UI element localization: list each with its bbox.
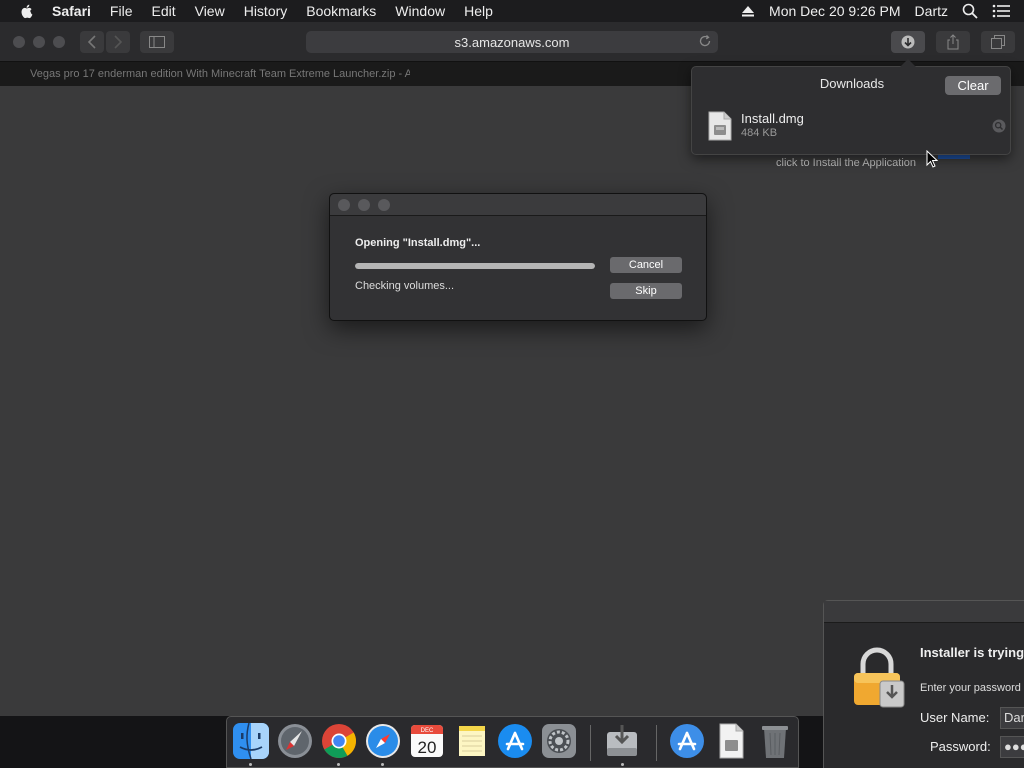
chevron-right-icon bbox=[114, 35, 123, 49]
menubar-clock[interactable]: Mon Dec 20 9:26 PM bbox=[769, 3, 901, 19]
dialog-close-button[interactable] bbox=[338, 199, 350, 211]
finder-icon[interactable] bbox=[232, 722, 270, 760]
system-preferences-icon[interactable] bbox=[540, 722, 578, 760]
password-label: Password: bbox=[930, 739, 991, 754]
installer-auth-dialog: Installer is trying Enter your password … bbox=[823, 600, 1024, 768]
menu-edit[interactable]: Edit bbox=[151, 3, 175, 19]
share-button[interactable] bbox=[936, 31, 970, 53]
forward-button[interactable] bbox=[106, 31, 130, 53]
sidebar-icon bbox=[149, 36, 165, 48]
address-text: s3.amazonaws.com bbox=[454, 34, 570, 50]
lock-icon bbox=[854, 647, 905, 708]
menu-history[interactable]: History bbox=[244, 3, 288, 19]
page-install-hint: click to Install the Application bbox=[776, 157, 917, 169]
calendar-day: 20 bbox=[418, 738, 437, 757]
dock-separator-2 bbox=[656, 725, 657, 761]
menu-help[interactable]: Help bbox=[464, 3, 493, 19]
eject-icon[interactable] bbox=[741, 4, 755, 18]
app-store-icon[interactable] bbox=[496, 722, 534, 760]
chevron-left-icon bbox=[87, 35, 96, 49]
username-field[interactable]: Dar bbox=[1000, 707, 1024, 729]
reload-icon[interactable] bbox=[698, 34, 712, 48]
safari-running-dot bbox=[381, 763, 384, 766]
popover-arrow bbox=[900, 59, 916, 67]
skip-button[interactable]: Skip bbox=[610, 283, 682, 299]
dock-separator bbox=[590, 725, 591, 761]
mouse-pointer-icon bbox=[926, 150, 938, 168]
apple-menu-icon[interactable] bbox=[18, 2, 36, 20]
notification-center-icon[interactable] bbox=[992, 4, 1010, 18]
browser-toolbar: s3.amazonaws.com bbox=[0, 22, 1024, 62]
window-minimize-button[interactable] bbox=[33, 36, 45, 48]
dialog-minimize-button[interactable] bbox=[358, 199, 370, 211]
tabs-icon bbox=[991, 35, 1005, 49]
notes-icon[interactable] bbox=[452, 722, 490, 760]
address-bar[interactable]: s3.amazonaws.com bbox=[306, 31, 718, 53]
clear-downloads-button[interactable]: Clear bbox=[945, 76, 1001, 95]
back-button[interactable] bbox=[80, 31, 104, 53]
installer-disk-icon[interactable] bbox=[603, 722, 641, 760]
page-install-link-bar[interactable] bbox=[938, 155, 970, 159]
menu-app-name[interactable]: Safari bbox=[52, 3, 91, 19]
reveal-in-finder-icon[interactable] bbox=[992, 119, 1006, 133]
window-zoom-button[interactable] bbox=[53, 36, 65, 48]
trash-icon[interactable] bbox=[756, 722, 794, 760]
sidebar-toggle-button[interactable] bbox=[140, 31, 174, 53]
downloads-button[interactable] bbox=[891, 31, 925, 53]
menu-file[interactable]: File bbox=[110, 3, 133, 19]
document-icon[interactable] bbox=[712, 722, 750, 760]
installer-running-dot bbox=[621, 763, 624, 766]
safari-icon[interactable] bbox=[364, 722, 402, 760]
menu-window[interactable]: Window bbox=[395, 3, 445, 19]
download-filename: Install.dmg bbox=[741, 111, 804, 126]
menu-bar: Safari File Edit View History Bookmarks … bbox=[0, 0, 1024, 22]
share-icon bbox=[947, 34, 959, 50]
dialog-zoom-button[interactable] bbox=[378, 199, 390, 211]
installer-heading: Installer is trying bbox=[920, 645, 1024, 660]
opening-dmg-dialog: Opening "Install.dmg"... Checking volume… bbox=[329, 193, 707, 321]
applications-folder-icon[interactable] bbox=[668, 722, 706, 760]
chrome-running-dot bbox=[337, 763, 340, 766]
menu-view[interactable]: View bbox=[195, 3, 225, 19]
download-arrow-icon bbox=[901, 35, 915, 49]
calendar-icon[interactable]: DEC 20 bbox=[408, 722, 446, 760]
download-filesize: 484 KB bbox=[741, 127, 778, 139]
tab-anonfiles[interactable]: Vegas pro 17 enderman edition With Minec… bbox=[0, 62, 410, 86]
dock: DEC 20 bbox=[226, 716, 799, 768]
dialog-message: Opening "Install.dmg"... bbox=[355, 237, 481, 249]
dmg-file-icon bbox=[708, 111, 732, 141]
menu-bookmarks[interactable]: Bookmarks bbox=[306, 3, 376, 19]
download-item[interactable]: Install.dmg 484 KB bbox=[706, 109, 1006, 145]
installer-titlebar[interactable] bbox=[824, 601, 1024, 623]
username-label: User Name: bbox=[920, 710, 990, 725]
dialog-status: Checking volumes... bbox=[355, 280, 455, 292]
tab-title: Vegas pro 17 enderman edition With Minec… bbox=[30, 68, 410, 80]
cancel-button[interactable]: Cancel bbox=[610, 257, 682, 273]
downloads-popover: Downloads Clear Install.dmg 484 KB bbox=[691, 59, 1011, 155]
window-close-button[interactable] bbox=[13, 36, 25, 48]
menubar-user[interactable]: Dartz bbox=[915, 3, 948, 19]
password-field[interactable]: ●●● bbox=[1000, 736, 1024, 758]
calendar-month: DEC bbox=[421, 728, 434, 734]
installer-subtext: Enter your password bbox=[920, 682, 1021, 694]
dialog-titlebar[interactable] bbox=[330, 194, 706, 216]
progress-fill bbox=[355, 263, 595, 269]
tabs-overview-button[interactable] bbox=[981, 31, 1015, 53]
launchpad-icon[interactable] bbox=[276, 722, 314, 760]
finder-running-dot bbox=[249, 763, 252, 766]
spotlight-icon[interactable] bbox=[962, 3, 978, 19]
verify-progress-bar bbox=[355, 263, 595, 269]
chrome-icon[interactable] bbox=[320, 722, 358, 760]
